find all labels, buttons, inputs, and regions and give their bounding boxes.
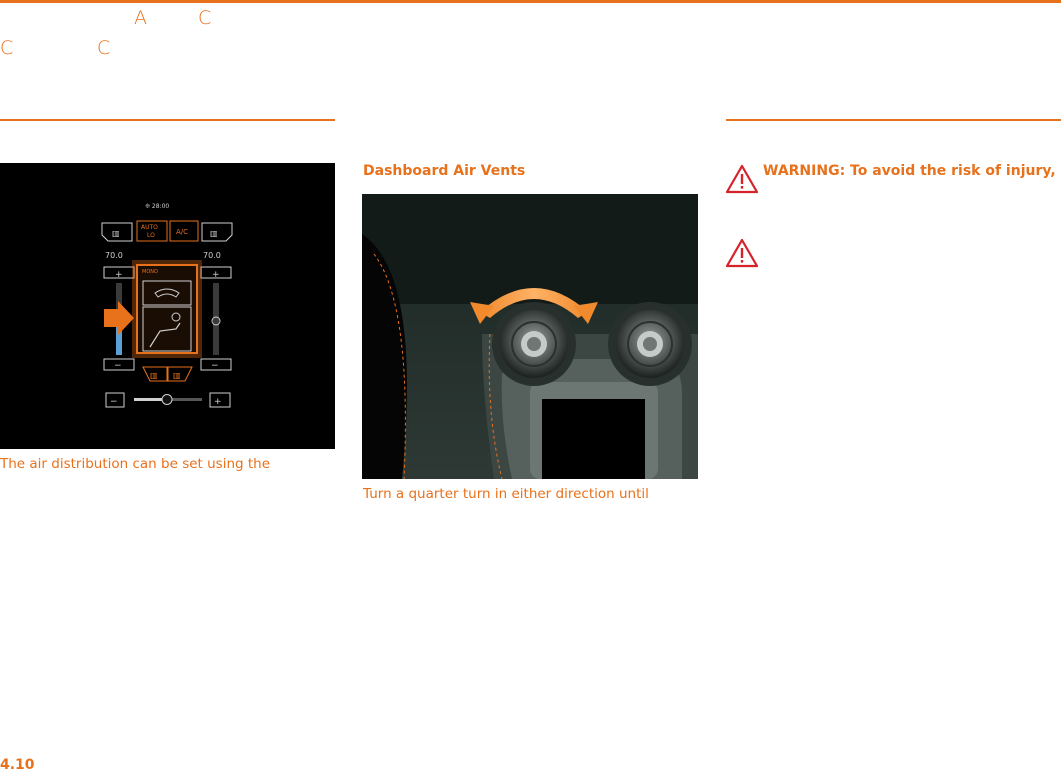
section-heading: Dashboard Air Vents <box>363 163 526 179</box>
svg-text:▥: ▥ <box>210 229 218 238</box>
svg-text:−: − <box>114 361 122 371</box>
header-glyph-a: A <box>134 7 147 29</box>
svg-text:+: + <box>212 270 220 280</box>
pointer-arrow <box>104 301 134 335</box>
auto-button: AUTO LO <box>136 220 168 242</box>
svg-text:−: − <box>211 361 219 371</box>
header-glyph-c: C <box>198 7 212 29</box>
middle-caption: Turn a quarter turn in either direction … <box>363 486 649 502</box>
ac-button: A/C <box>169 220 199 242</box>
page-number: 4.10 <box>0 757 35 773</box>
svg-text:−: − <box>110 397 118 407</box>
temp-left: 70.0 <box>105 251 123 260</box>
svg-text:A/C: A/C <box>176 228 188 236</box>
svg-text:+: + <box>214 397 222 407</box>
warning-text: WARNING: To avoid the risk of injury, <box>763 163 1056 179</box>
svg-text:▥: ▥ <box>150 371 158 380</box>
svg-text:+: + <box>115 270 123 280</box>
svg-text:▥: ▥ <box>112 229 120 238</box>
rear-defrost-button: ▥ <box>101 222 133 242</box>
right-column-rule <box>726 119 1061 121</box>
front-defrost-button: ▥ <box>201 222 233 242</box>
svg-text:AUTO: AUTO <box>141 224 158 231</box>
mono-label: MONO <box>142 269 158 275</box>
svg-text:LO: LO <box>147 232 155 239</box>
left-caption: The air distribution can be set using th… <box>0 456 271 472</box>
climate-screen-illustration: ❊ 28:00 ▥ AUTO LO A/C ▥ 70.0 70.0 + + − … <box>0 163 335 449</box>
top-orange-rule <box>0 0 1061 3</box>
warning-triangle-icon <box>725 164 759 194</box>
left-column-rule <box>0 119 335 121</box>
header-glyph-c: C <box>97 37 111 59</box>
temp-right: 70.0 <box>203 251 221 260</box>
fan-readout: ❊ 28:00 <box>145 203 169 210</box>
svg-text:▥: ▥ <box>173 371 181 380</box>
dashboard-vents-illustration <box>362 194 698 479</box>
warning-triangle-icon <box>725 238 759 268</box>
header-glyph-c: C <box>0 37 14 59</box>
